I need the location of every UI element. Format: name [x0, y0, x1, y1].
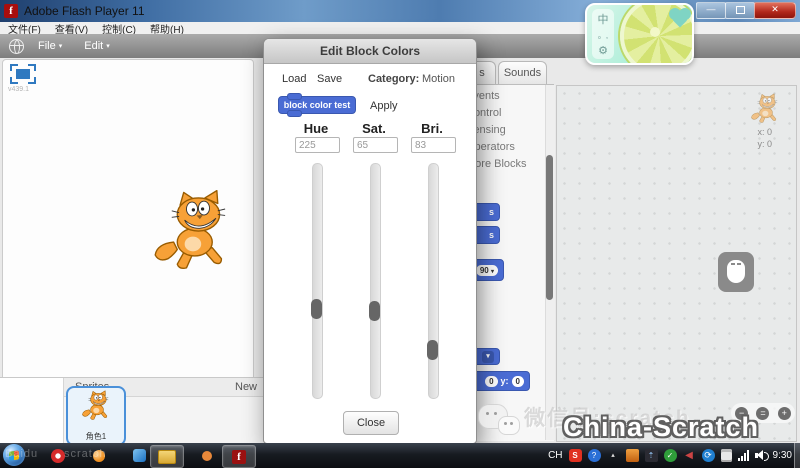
volume-speaker-icon[interactable] — [755, 450, 767, 461]
mouse-glove-cursor — [718, 252, 754, 292]
tray-question-icon[interactable]: ? — [588, 449, 601, 462]
new-sprite-label[interactable]: New — [235, 381, 257, 393]
bri-slider-handle[interactable] — [427, 340, 438, 360]
sprite-x-readout: x: 0 — [757, 126, 772, 138]
hue-value-field[interactable] — [295, 137, 340, 153]
sat-slider-handle[interactable] — [369, 301, 380, 321]
usb-device-icon[interactable]: ⇡ — [645, 449, 658, 462]
clock[interactable]: 9:30 — [773, 450, 792, 461]
ime-punctuation-icon[interactable]: 。, — [598, 30, 608, 41]
chevron-down-icon: ▾ — [106, 42, 110, 50]
taskbar-watermark-text: scratch — [64, 448, 106, 460]
flash-icon: f — [232, 450, 246, 464]
load-button[interactable]: Load — [282, 73, 306, 85]
language-globe-icon[interactable] — [9, 39, 24, 54]
chevron-down-icon: ▾ — [59, 42, 63, 50]
windows-taskbar: f Baidu scratch CH S ? ▴ ⇡ ✓ ◀ ⟳ 9:30 — [0, 443, 800, 468]
hue-slider-track[interactable] — [312, 163, 323, 399]
taskbar-explorer-button[interactable] — [150, 445, 184, 468]
ime-toolbar: 中 。, ⚙ — [585, 3, 694, 65]
taskbar-flash-button[interactable]: f — [222, 445, 256, 468]
minimize-button[interactable]: — — [696, 2, 726, 19]
block-text-fragment: s — [489, 207, 494, 217]
block-text-fragment: s — [489, 230, 494, 240]
zoom-in-button[interactable]: + — [778, 407, 791, 420]
taskbar-app-small[interactable] — [196, 445, 218, 466]
bri-value-field[interactable] — [411, 137, 456, 153]
security-shield-icon[interactable]: ✓ — [664, 449, 677, 462]
scratch-file-menu[interactable]: File ▾ — [38, 40, 62, 52]
sat-slider-track[interactable] — [370, 163, 381, 399]
system-tray: CH S ? ▴ ⇡ ✓ ◀ ⟳ 9:30 — [548, 443, 792, 468]
bri-slider-track[interactable] — [428, 163, 439, 399]
sync-icon[interactable]: ⟳ — [702, 449, 715, 462]
sprite-cat-icon — [79, 390, 113, 422]
tray-orange-app-icon[interactable] — [626, 449, 639, 462]
flash-player-icon: f — [4, 4, 18, 18]
restore-icon — [736, 6, 745, 14]
tray-horn-icon[interactable]: ◀ — [683, 449, 696, 462]
stage-cat-sprite[interactable] — [146, 190, 238, 274]
direction-value: 90 — [480, 266, 489, 275]
bri-label: Bri. — [410, 121, 454, 136]
presentation-mode-button[interactable] — [10, 64, 36, 84]
apply-button[interactable]: Apply — [370, 100, 398, 112]
close-button[interactable]: ✕ — [754, 2, 796, 19]
dialog-titlebar[interactable]: Edit Block Colors — [264, 39, 476, 64]
language-indicator[interactable]: CH — [548, 450, 562, 461]
edit-block-colors-dialog: Edit Block Colors Load Save Category: Mo… — [263, 38, 477, 444]
taskbar-watermark-text: Baidu — [5, 448, 38, 460]
direction-dropdown[interactable]: 90 ▾ — [476, 265, 498, 276]
tab-sounds[interactable]: Sounds — [498, 61, 547, 84]
tray-expander-icon[interactable]: ▴ — [607, 449, 620, 462]
dialog-close-button[interactable]: Close — [343, 411, 399, 435]
category-value-dropdown[interactable]: Motion — [422, 73, 455, 85]
goto-dropdown[interactable]: ▾ — [482, 351, 494, 363]
sat-value-field[interactable] — [353, 137, 398, 153]
hue-label: Hue — [294, 121, 338, 136]
stage-thumbnail[interactable] — [0, 378, 64, 444]
sprite-y-readout: y: 0 — [757, 138, 772, 150]
sat-label: Sat. — [352, 121, 396, 136]
scratch-edit-menu[interactable]: Edit ▾ — [84, 40, 109, 52]
hue-slider-handle[interactable] — [311, 299, 322, 319]
y-input[interactable]: 0 — [512, 376, 524, 387]
show-desktop-button[interactable] — [794, 443, 800, 468]
window-title: Adobe Flash Player 11 — [24, 4, 145, 18]
restore-button[interactable] — [725, 2, 755, 19]
task-schedule-icon[interactable] — [721, 449, 732, 462]
category-label: Category: — [368, 73, 419, 85]
x-input[interactable]: 0 — [485, 376, 497, 387]
scripts-area[interactable]: x: 0 y: 0 — [556, 85, 797, 442]
sprite-info-cat-icon — [748, 93, 782, 125]
palette-scrollbar-thumb[interactable] — [546, 155, 553, 300]
sprite-name: 角色1 — [68, 431, 124, 442]
scratch-file-label: File — [38, 40, 56, 52]
ime-language-icon[interactable]: 中 — [598, 11, 609, 27]
scratch-edit-label: Edit — [84, 40, 103, 52]
chevron-down-icon: ▾ — [491, 269, 494, 275]
sogou-ime-icon[interactable]: S — [569, 449, 582, 462]
folder-icon — [158, 450, 176, 464]
china-scratch-watermark: China-Scratch — [563, 412, 759, 443]
preview-block[interactable]: block color test — [278, 96, 356, 114]
sprite-thumbnail-selected[interactable]: 角色1 — [66, 386, 126, 446]
ime-settings-gear-icon[interactable]: ⚙ — [598, 44, 608, 57]
wechat-logo-icon — [478, 404, 522, 442]
y-label: y: — [501, 376, 509, 386]
version-label: v439.1 — [8, 86, 29, 93]
save-button[interactable]: Save — [317, 73, 342, 85]
network-signal-icon[interactable] — [738, 450, 749, 461]
